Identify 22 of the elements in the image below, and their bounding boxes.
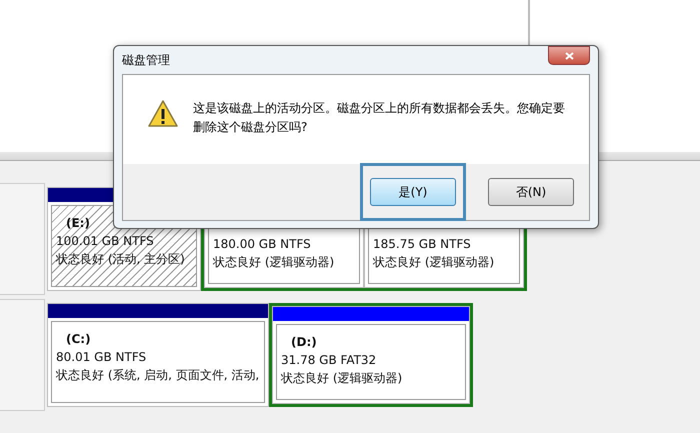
drive-letter: (E:) [65, 215, 91, 232]
partition-status: 状态良好 (活动, 主分区) [56, 251, 186, 268]
partition-size: 100.01 GB NTFS [56, 233, 155, 250]
partition-size: 80.01 GB NTFS [56, 349, 148, 366]
partition-block[interactable]: (D:) 31.78 GB FAT32 状态良好 (逻辑驱动器) [272, 306, 470, 404]
partition-block[interactable]: (C:) 80.01 GB NTFS 状态良好 (系统, 启动, 页面文件, 活动, [47, 303, 269, 407]
partition-status: 状态良好 (逻辑驱动器) [213, 254, 336, 271]
partition-status: 状态良好 (系统, 启动, 页面文件, 活动, [56, 367, 260, 384]
drive-letter: (C:) [65, 331, 92, 348]
warning-icon [147, 99, 179, 128]
partition-size: 180.00 GB NTFS [213, 236, 312, 253]
dialog-button[interactable]: 是(Y) [370, 178, 456, 206]
close-icon [564, 52, 574, 60]
partition-status: 状态良好 (逻辑驱动器) [281, 370, 404, 387]
dialog-button[interactable]: 否(N) [488, 178, 574, 206]
dialog-message: 这是该磁盘上的活动分区。磁盘分区上的所有数据都会丢失。您确定要删除这个磁盘分区吗? [193, 100, 566, 136]
drive-letter: (D:) [290, 334, 318, 351]
close-button[interactable] [548, 46, 590, 65]
partition-size: 31.78 GB FAT32 [281, 352, 378, 369]
partition-size: 185.75 GB NTFS [373, 236, 472, 253]
dialog-title: 磁盘管理 [122, 52, 170, 68]
partition-status: 状态良好 (逻辑驱动器) [373, 254, 496, 271]
